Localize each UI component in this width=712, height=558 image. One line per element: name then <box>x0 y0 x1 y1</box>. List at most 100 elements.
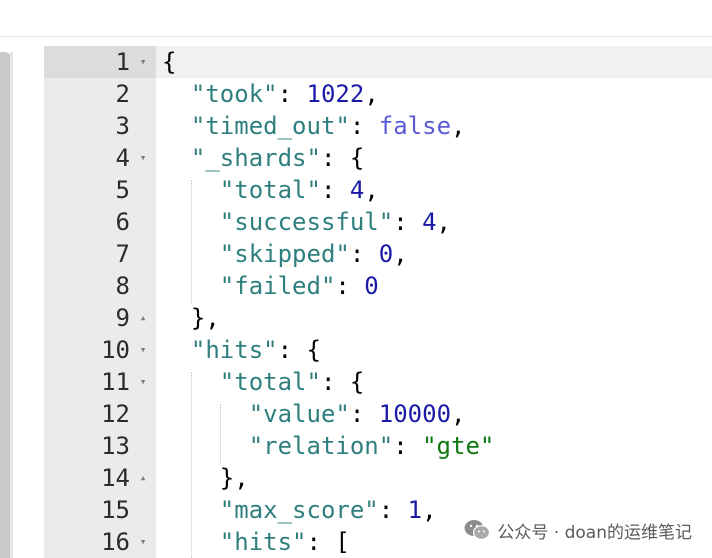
left-panel-edge <box>10 52 13 558</box>
code-line[interactable]: 12 "value": 10000, <box>44 398 712 430</box>
line-number-cell: 14 ▴ <box>44 462 156 494</box>
code-text: "relation": "gte" <box>162 430 495 462</box>
watermark-text: 公众号 · doan的运维笔记 <box>497 522 692 543</box>
line-number: 6 <box>115 208 130 236</box>
json-punctuation <box>162 400 249 428</box>
json-punctuation <box>162 240 220 268</box>
code-line[interactable]: 5 "total": 4, <box>44 174 712 206</box>
json-punctuation: , <box>364 80 379 108</box>
fold-expand-icon[interactable]: ▴ <box>136 302 150 334</box>
json-key: "successful" <box>219 208 394 236</box>
json-punctuation: , <box>436 208 451 236</box>
code-text: "failed": 0 <box>162 270 379 302</box>
code-line[interactable]: 4 ▾ "_shards": { <box>44 142 712 174</box>
line-number: 1 <box>115 48 130 76</box>
code-line[interactable]: 11 ▾ "total": { <box>44 366 712 398</box>
json-key: "total" <box>219 176 321 204</box>
line-number-cell: 3 <box>44 110 156 142</box>
line-number-cell: 1 ▾ <box>44 46 156 78</box>
line-number: 16 <box>101 528 130 556</box>
json-punctuation: , <box>393 240 408 268</box>
line-number-cell: 13 <box>44 430 156 462</box>
code-line[interactable]: 14 ▴ }, <box>44 462 712 494</box>
line-number-cell: 5 <box>44 174 156 206</box>
fold-collapse-icon[interactable]: ▾ <box>136 334 150 366</box>
fold-expand-icon[interactable]: ▴ <box>136 462 150 494</box>
line-number: 7 <box>115 240 130 268</box>
json-punctuation: : <box>320 176 350 204</box>
json-punctuation: : <box>378 496 408 524</box>
json-punctuation <box>162 208 220 236</box>
json-punctuation: : <box>335 272 365 300</box>
line-number-cell: 11 ▾ <box>44 366 156 398</box>
json-punctuation <box>162 336 191 364</box>
json-key: "max_score" <box>219 496 379 524</box>
line-number-cell: 7 <box>44 238 156 270</box>
code-line[interactable]: 10 ▾ "hits": { <box>44 334 712 366</box>
code-text: }, <box>162 462 249 494</box>
json-punctuation: : <box>349 112 379 140</box>
json-punctuation: : { <box>277 336 321 364</box>
line-number-cell: 10 ▾ <box>44 334 156 366</box>
code-line[interactable]: 7 "skipped": 0, <box>44 238 712 270</box>
line-number: 10 <box>101 336 130 364</box>
code-cell: "hits": { <box>156 334 712 366</box>
json-key: "value" <box>248 400 350 428</box>
top-toolbar <box>0 0 712 37</box>
watermark: 公众号 · doan的运维笔记 <box>463 516 692 544</box>
code-text: "timed_out": false, <box>162 110 466 142</box>
json-boolean: false <box>378 112 452 140</box>
json-key: "total" <box>219 368 321 396</box>
json-punctuation <box>162 368 220 396</box>
code-cell: "timed_out": false, <box>156 110 712 142</box>
line-number: 9 <box>115 304 130 332</box>
json-punctuation <box>162 496 220 524</box>
json-number: 4 <box>349 176 365 204</box>
json-punctuation <box>162 144 191 172</box>
code-text: { <box>162 46 176 78</box>
line-number-cell: 8 <box>44 270 156 302</box>
code-line[interactable]: 2 "took": 1022, <box>44 78 712 110</box>
json-key: "failed" <box>219 272 336 300</box>
json-punctuation: : <box>277 80 307 108</box>
fold-collapse-icon[interactable]: ▾ <box>136 142 150 174</box>
line-number-cell: 16 ▾ <box>44 526 156 558</box>
fold-collapse-icon[interactable]: ▾ <box>136 46 150 78</box>
line-number: 4 <box>115 144 130 172</box>
line-number: 15 <box>101 496 130 524</box>
line-number: 13 <box>101 432 130 460</box>
json-response-editor[interactable]: 1 ▾{2 "took": 1022, 3 "timed_out": false, 4… <box>44 46 712 558</box>
line-number-cell: 9 ▴ <box>44 302 156 334</box>
fold-collapse-icon[interactable]: ▾ <box>136 526 150 558</box>
fold-collapse-icon[interactable]: ▾ <box>136 366 150 398</box>
json-punctuation <box>162 432 249 460</box>
code-text: "hits": { <box>162 334 321 366</box>
json-punctuation: , <box>422 496 437 524</box>
code-cell: }, <box>156 302 712 334</box>
line-number-cell: 15 <box>44 494 156 526</box>
line-number-cell: 4 ▾ <box>44 142 156 174</box>
code-line[interactable]: 6 "successful": 4, <box>44 206 712 238</box>
json-key: "hits" <box>190 336 278 364</box>
code-text: "successful": 4, <box>162 206 451 238</box>
code-text: "_shards": { <box>162 142 364 174</box>
json-key: "_shards" <box>190 144 321 172</box>
code-line[interactable]: 9 ▴ }, <box>44 302 712 334</box>
json-key: "took" <box>190 80 278 108</box>
line-number-cell: 12 <box>44 398 156 430</box>
json-punctuation: : { <box>320 144 365 172</box>
code-line[interactable]: 8 "failed": 0 <box>44 270 712 302</box>
json-punctuation <box>162 176 220 204</box>
line-number: 8 <box>115 272 130 300</box>
code-line[interactable]: 13 "relation": "gte" <box>44 430 712 462</box>
code-line[interactable]: 1 ▾{ <box>44 46 712 78</box>
code-text: "max_score": 1, <box>162 494 437 526</box>
line-number: 14 <box>101 464 130 492</box>
json-punctuation: : <box>349 240 379 268</box>
json-punctuation: : [ <box>306 528 350 556</box>
code-text: "value": 10000, <box>162 398 466 430</box>
code-line[interactable]: 3 "timed_out": false, <box>44 110 712 142</box>
json-number: 1 <box>407 496 423 524</box>
code-text: "skipped": 0, <box>162 238 408 270</box>
code-cell: }, <box>156 462 712 494</box>
